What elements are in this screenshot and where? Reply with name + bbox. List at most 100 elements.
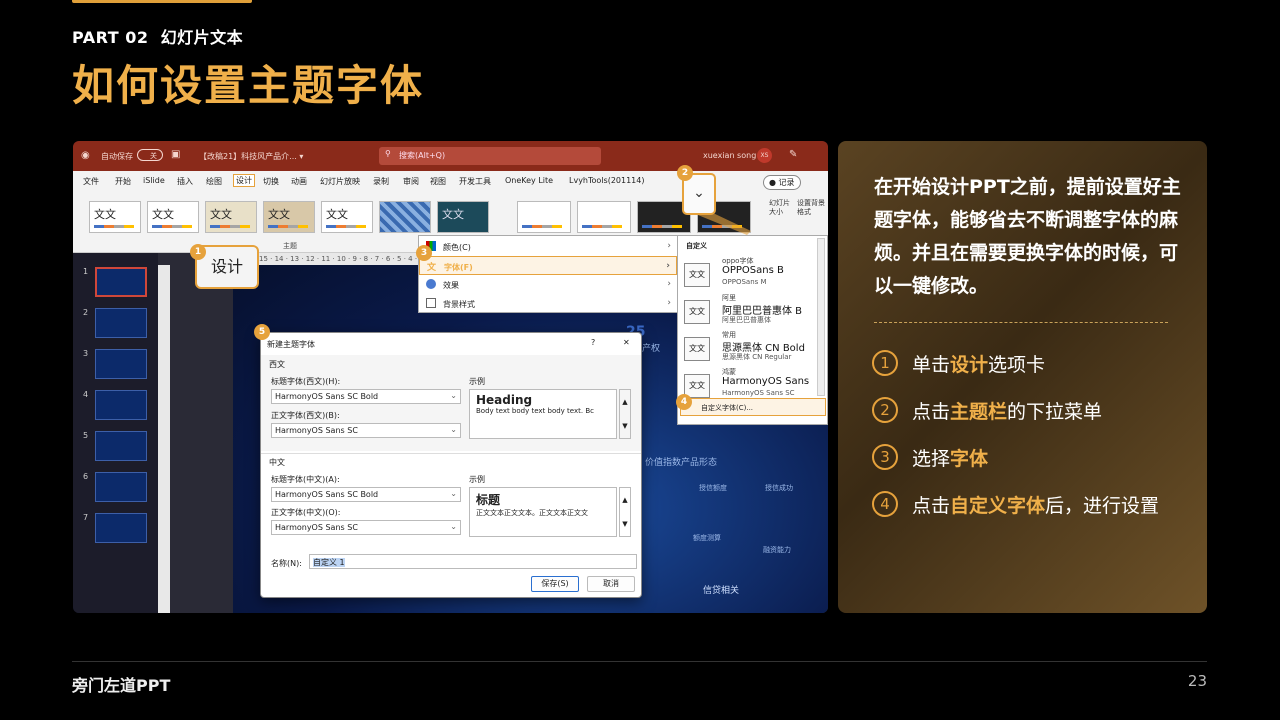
chevron-down-icon: ⌄ [450,425,457,434]
sample-label: 示例 [469,475,485,484]
chinese-section-label: 中文 [269,458,285,467]
slide-thumbnail[interactable] [95,390,147,420]
ribbon-tab[interactable]: 动画 [291,176,307,187]
chinese-font-preview: 标题 正文文本正文文本。正文文本正文文 [469,487,617,537]
font-set-item[interactable]: 文文 oppo字体 OPPOSans B OPPOSans M [682,256,817,294]
preview-scroll[interactable]: ▲ ▼ [619,487,631,537]
ribbon-tab[interactable]: OneKey Lite [505,176,553,185]
ribbon-tab[interactable]: 绘图 [206,176,222,187]
ribbon-tab[interactable]: 设计 [233,174,255,187]
record-button[interactable]: ● 记录 [763,175,801,190]
menu-item-colors[interactable]: 颜色(C) › [419,237,677,256]
slide-thumbnail[interactable] [95,267,147,297]
heading-font-western-select[interactable]: HarmonyOS Sans SC Bold ⌄ [271,389,461,404]
font-body-name: 思源黑体 CN Regular [722,353,792,361]
vertical-ruler [158,265,170,613]
theme-thumb[interactable]: 文文 [89,201,141,233]
autosave-label: 自动保存 [101,152,133,161]
step-text: 选择字体 [912,448,989,470]
preview-scroll[interactable]: ▲ ▼ [619,389,631,439]
ribbon-tab[interactable]: 开发工具 [459,176,491,187]
western-section-label: 西文 [269,360,285,369]
font-preview-icon: 文文 [684,300,710,324]
theme-thumb[interactable]: 文文 [437,201,489,233]
slide-number: 2 [83,308,89,317]
theme-thumb[interactable]: 文文 [263,201,315,233]
theme-thumb[interactable]: 文文 [147,201,199,233]
slide-thumbnail[interactable] [95,431,147,461]
ppt-titlebar: ◉ 自动保存 关 ▣ 【改稿21】科技风产品介... ▾ ⚲ 搜索(Alt+Q) … [73,141,828,171]
font-body-name: OPPOSans M [722,278,767,286]
slide-thumbnail[interactable] [95,513,147,543]
slide-node-label: 授信成功 [765,484,793,492]
theme-name-input[interactable]: 自定义 1 [309,554,637,569]
ribbon-tab[interactable]: 幻灯片放映 [320,176,360,187]
theme-thumb[interactable]: 文文 [205,201,257,233]
sample-label: 示例 [469,377,485,386]
ribbon-tab[interactable]: 插入 [177,176,193,187]
menu-item-background-styles[interactable]: 背景样式 › [419,294,677,313]
slide-number: 1 [83,267,89,276]
slide-node-label: 额度测算 [693,534,721,542]
ribbon-tab[interactable]: LvyhTools(201114) [569,176,644,185]
slide-thumbnail[interactable] [95,308,147,338]
slide-thumbnail[interactable] [95,472,147,502]
font-set-item[interactable]: 文文 阿里 阿里巴巴普惠体 B 阿里巴巴普惠体 [682,293,817,331]
autosave-toggle[interactable]: 关 [137,149,163,161]
ribbon-tab[interactable]: 切换 [263,176,279,187]
slide-mid-label: 价值指数产品形态 [645,458,718,468]
font-icon: 文 [427,263,437,273]
sample-heading: 标题 [476,493,501,507]
custom-fonts-item[interactable]: 自定义字体(C)... [680,398,826,416]
step-text: 点击自定义字体后，进行设置 [912,495,1160,517]
theme-thumb[interactable] [379,201,431,233]
format-background-button[interactable]: 设置背景格式 [797,199,825,217]
menu-item-fonts[interactable]: 文字体(F) › [419,256,677,275]
heading-font-chinese-label: 标题字体(中文)(A): [271,475,340,484]
effects-icon [426,279,436,289]
step-number: 4 [872,491,898,517]
avatar[interactable]: XS [757,148,772,163]
menu-item-effects[interactable]: 效果 › [419,275,677,294]
scrollbar[interactable] [817,238,825,396]
font-preview-icon: 文文 [684,337,710,361]
chevron-right-icon: › [666,261,670,271]
ribbon-tab[interactable]: iSlide [143,176,165,185]
body-font-chinese-label: 正文字体(中文)(O): [271,508,341,517]
help-button[interactable]: ? [591,338,595,347]
ribbon-tab[interactable]: 视图 [430,176,446,187]
pen-icon[interactable]: ✎ [789,149,797,160]
cancel-button[interactable]: 取消 [587,576,635,592]
save-icon[interactable]: ▣ [171,149,180,160]
heading-font-chinese-select[interactable]: HarmonyOS Sans SC Bold ⌄ [271,487,461,502]
ribbon-tab[interactable]: 文件 [83,176,99,187]
variant-thumb[interactable] [577,201,631,233]
body-font-western-select[interactable]: HarmonyOS Sans SC ⌄ [271,423,461,438]
chevron-down-icon: ⌄ [450,489,457,498]
slides-pane: 1 2 3 4 5 6 7 [73,253,158,613]
font-gallery-header: 自定义 [686,242,707,250]
slide-number: 6 [83,472,89,481]
save-button[interactable]: 保存(S) [531,576,579,592]
step-callout: 2 [677,165,693,181]
close-button[interactable]: ✕ [623,338,630,347]
search-icon: ⚲ [385,149,391,158]
variant-thumb[interactable] [517,201,571,233]
brand-logo: 旁门左道PPT [72,676,171,695]
ribbon-tab[interactable]: 审阅 [403,176,419,187]
ribbon-tab[interactable]: 开始 [115,176,131,187]
chevron-right-icon: › [667,241,671,251]
sample-body: Body text body text body text. Bc [476,407,594,415]
theme-thumb[interactable]: 文文 [321,201,373,233]
ribbon-tab[interactable]: 录制 [373,176,389,187]
slide-size-button[interactable]: 幻灯片大小 [769,199,795,217]
slide-thumbnail[interactable] [95,349,147,379]
chevron-down-icon: ⌄ [450,391,457,400]
document-title[interactable]: 【改稿21】科技风产品介... ▾ [199,151,303,162]
body-font-chinese-select[interactable]: HarmonyOS Sans SC ⌄ [271,520,461,535]
search-input[interactable]: ⚲ 搜索(Alt+Q) [379,147,601,165]
theme-group-label: 主题 [283,242,297,250]
step-number: 3 [872,444,898,470]
font-set-item[interactable]: 文文 常用 思源黑体 CN Bold 思源黑体 CN Regular [682,330,817,368]
step-callout: 3 [416,245,432,261]
